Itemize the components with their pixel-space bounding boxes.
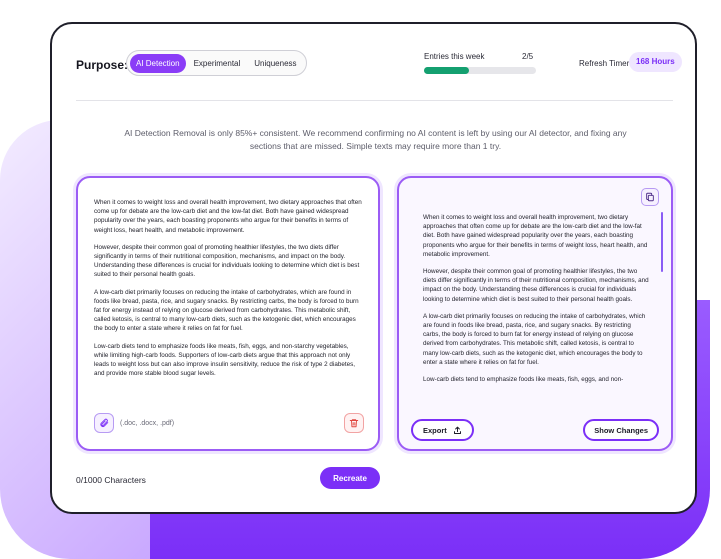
copy-icon [646,192,654,202]
copy-output-button[interactable] [641,188,659,206]
output-scrollbar[interactable] [661,212,663,272]
input-text[interactable]: When it comes to weight loss and overall… [94,198,364,386]
attach-file-button[interactable] [94,413,114,433]
output-panel: When it comes to weight loss and overall… [397,176,673,451]
paperclip-icon [100,418,109,427]
accepted-file-types: (.doc, .docx, .pdf) [120,420,175,427]
consistency-notice: AI Detection Removal is only 85%+ consis… [124,128,627,151]
purpose-selector: AI Detection Experimental Uniqueness [126,50,307,76]
entries-count: 2/5 [522,52,534,61]
output-paragraph: Low-carb diets tend to emphasize foods l… [423,376,624,384]
refresh-timer-badge: 168 Hours [629,52,682,72]
output-paragraph: When it comes to weight loss and overall… [423,214,648,258]
purpose-label: Purpose: [76,58,129,72]
upload-icon [453,426,461,434]
trash-icon [349,419,359,428]
input-paragraph: A low-carb diet primarily focuses on red… [94,288,359,333]
show-changes-button[interactable]: Show Changes [583,419,659,441]
refresh-timer-label: Refresh Timer [579,59,630,68]
clear-text-button[interactable] [344,413,364,433]
main-card: Purpose: AI Detection Experimental Uniqu… [50,22,697,514]
input-paragraph: Low-carb diets tend to emphasize foods l… [94,342,355,378]
input-paragraph: When it comes to weight loss and overall… [94,199,362,234]
mode-experimental[interactable]: Experimental [188,54,247,73]
entries-progress-fill [424,67,469,74]
mode-uniqueness[interactable]: Uniqueness [248,54,302,73]
input-paragraph: However, despite their common goal of pr… [94,243,360,279]
entries-label: Entries this week [424,52,485,61]
entries-progress-bar [424,67,536,74]
recreate-button[interactable]: Recreate [320,467,380,489]
mode-ai-detection[interactable]: AI Detection [130,53,186,73]
character-count: 0/1000 Characters [76,475,146,485]
output-paragraph: However, despite their common goal of pr… [423,268,649,303]
output-paragraph: A low-carb diet primarily focuses on red… [423,312,646,366]
export-button[interactable]: Export [411,419,474,441]
export-label: Export [423,425,447,435]
header-divider [76,100,673,101]
output-text: When it comes to weight loss and overall… [423,213,649,427]
input-panel[interactable]: When it comes to weight loss and overall… [76,176,380,451]
